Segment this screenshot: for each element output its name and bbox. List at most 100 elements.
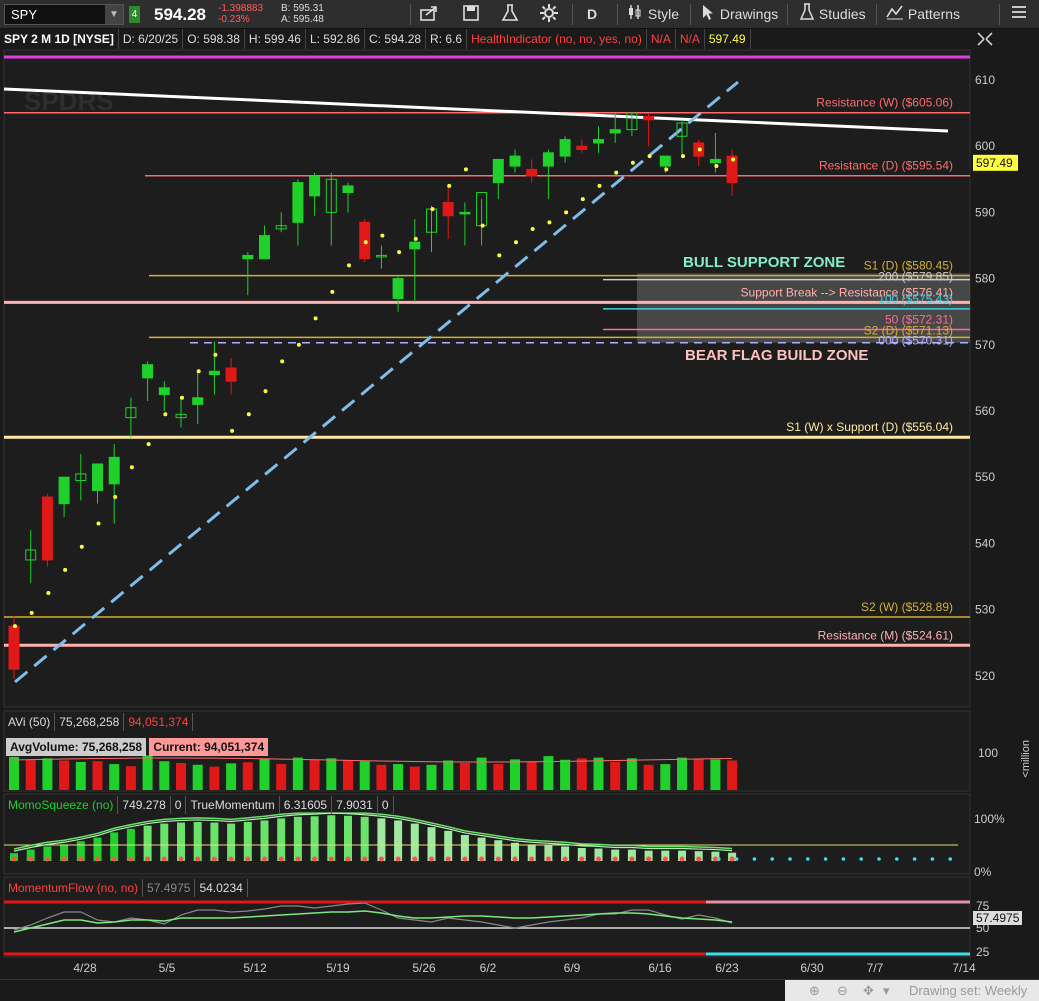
future-squeeze-dot <box>806 857 810 861</box>
volume-bar <box>59 760 70 790</box>
future-squeeze-dot <box>823 857 828 861</box>
squeeze-dot <box>662 856 668 862</box>
truemomentum-title: TrueMomentum <box>186 796 280 814</box>
bear-zone-label: BEAR FLAG BUILD ZONE <box>685 347 869 364</box>
price-tick-label: 540 <box>975 536 995 550</box>
volume-bar <box>610 761 621 790</box>
volume-bar <box>192 764 203 790</box>
trend-dot <box>547 220 552 225</box>
trend-dot <box>597 183 602 188</box>
zoom-in-icon[interactable]: ⊕ <box>809 980 820 1001</box>
price-tick-label: 550 <box>975 470 995 484</box>
candle-body <box>259 235 270 260</box>
candle-body <box>242 254 254 260</box>
momentum-bar <box>160 823 169 861</box>
momentum-bar <box>360 816 369 861</box>
time-tick-label: 5/12 <box>243 961 267 975</box>
level-label: 100 ($575.43) <box>878 292 953 306</box>
volume-labels: AvgVolume: 75,268,258 Current: 94,051,37… <box>6 738 269 756</box>
level-label: Resistance (M) ($524.61) <box>818 628 953 642</box>
time-tick-label: 4/28 <box>73 961 97 975</box>
volume-bar <box>242 762 253 790</box>
trend-dot <box>230 428 235 433</box>
avi-title: AVi (50) <box>4 713 56 731</box>
momentum-bar <box>260 820 269 861</box>
momo-axis-100: 100% <box>974 812 1005 826</box>
momentum-bar <box>177 822 185 861</box>
volume-bar <box>493 764 504 790</box>
squeeze-dot <box>61 856 67 862</box>
squeeze-dot <box>429 856 434 862</box>
squeeze-dot <box>211 856 217 862</box>
volume-bar <box>710 759 721 790</box>
candle-body <box>442 201 454 217</box>
volume-bar <box>677 757 687 790</box>
squeeze-dot <box>412 856 418 862</box>
time-tick-label: 6/30 <box>800 961 824 975</box>
squeeze-dot <box>579 856 585 862</box>
squeeze-dot <box>44 856 50 862</box>
momentum-bar <box>410 823 419 861</box>
time-tick-label: 6/2 <box>480 961 497 975</box>
candle-body <box>392 278 404 299</box>
volume-bar <box>75 761 86 790</box>
volume-bar <box>443 760 454 790</box>
future-squeeze-dot <box>770 857 774 861</box>
volume-bar <box>142 755 153 790</box>
squeeze-dot <box>495 856 501 862</box>
candle-body <box>709 158 721 164</box>
trend-dot <box>463 167 468 172</box>
squeeze-dot <box>696 856 702 862</box>
price-tick-label: 560 <box>975 404 995 418</box>
trend-dot <box>647 154 652 159</box>
volume-bar <box>125 766 136 790</box>
trend-dot <box>263 389 268 394</box>
volume-bar <box>576 758 587 790</box>
level-label: 200 ($579.85) <box>878 270 953 284</box>
trend-dot <box>530 226 535 231</box>
momentum-bar <box>243 822 252 861</box>
squeeze-dot <box>161 856 167 862</box>
time-tick-label: 6/9 <box>564 961 581 975</box>
mflow-panel-header: MomentumFlow (no, no) 57.4975 54.0234 <box>4 879 248 897</box>
future-squeeze-dot <box>752 857 757 861</box>
trend-dot <box>180 395 184 400</box>
momentum-bar <box>327 815 336 861</box>
squeeze-dot <box>11 856 17 862</box>
volume-bar <box>426 764 437 790</box>
future-squeeze-dot <box>788 857 792 861</box>
trend-dot <box>413 236 418 241</box>
trend-dot <box>380 233 385 238</box>
pan-icon[interactable]: ✥ <box>863 980 874 1001</box>
trend-dot <box>347 263 351 268</box>
price-tick-label: 520 <box>975 669 995 683</box>
momo-title: MomoSqueeze (no) <box>4 796 119 814</box>
volume-bar <box>526 761 537 790</box>
squeeze-dot <box>612 856 618 862</box>
volume-bar <box>376 764 387 790</box>
trend-dot <box>430 207 435 212</box>
volume-bar <box>727 760 738 790</box>
drawing-set-label[interactable]: Drawing set: Weekly <box>909 980 1027 1001</box>
momentum-bar <box>143 825 152 861</box>
dropdown-icon[interactable]: ▾ <box>883 980 890 1001</box>
candle-body <box>509 155 521 167</box>
squeeze-dot <box>362 856 368 862</box>
price-chart[interactable]: SPDRS610600590580570560550540530520Resis… <box>0 0 1039 979</box>
momentum-bar <box>193 822 202 861</box>
trend-dot <box>296 342 301 347</box>
volume-bar <box>209 766 220 790</box>
mflow-value-2: 54.0234 <box>195 879 248 897</box>
momentum-bar <box>394 820 403 861</box>
volume-bar <box>459 763 470 790</box>
candle-body <box>292 182 304 223</box>
zoom-out-icon[interactable]: ⊖ <box>837 980 848 1001</box>
volume-bar <box>9 756 19 790</box>
price-tick-label: 570 <box>975 338 995 352</box>
volume-panel-header: AVi (50) 75,268,258 94,051,374 <box>4 713 194 731</box>
squeeze-dot <box>245 856 251 862</box>
future-squeeze-dot <box>734 857 739 861</box>
time-tick-label: 5/5 <box>159 961 176 975</box>
volume-bar <box>109 764 120 790</box>
avi-value-1: 75,268,258 <box>55 713 125 731</box>
